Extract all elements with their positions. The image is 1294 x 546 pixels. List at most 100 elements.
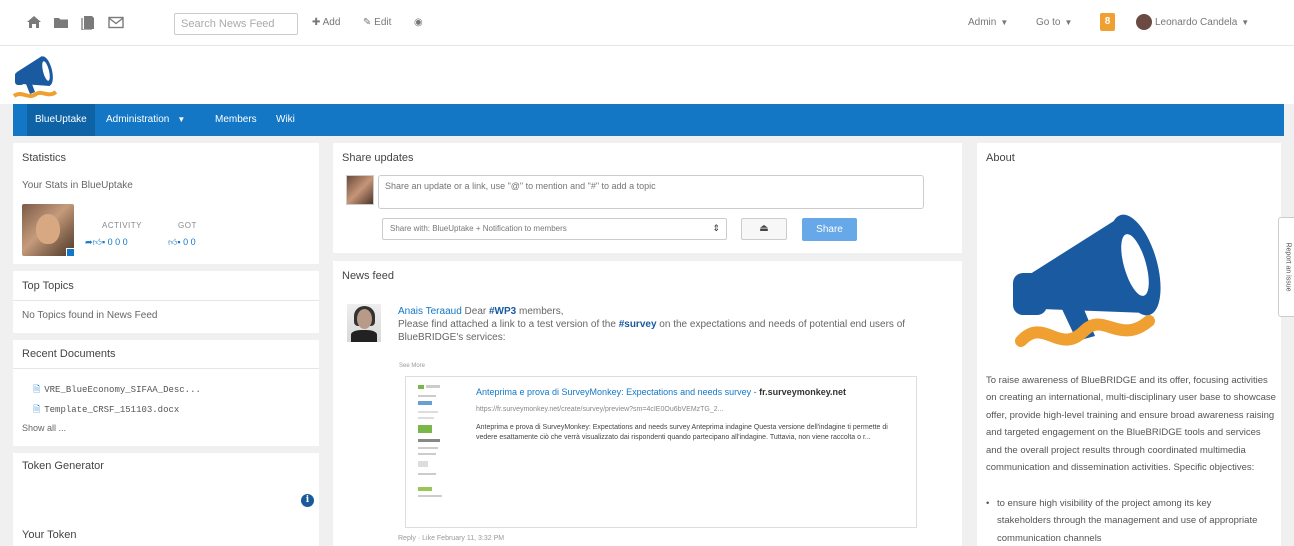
add-label: Add bbox=[322, 17, 341, 28]
caret-down-icon: ▼ bbox=[1241, 18, 1250, 27]
about-title: About bbox=[986, 152, 1015, 164]
edit-icon: ✎ bbox=[363, 17, 375, 28]
share-visibility-select[interactable]: Share with: BlueUptake + Notification to… bbox=[382, 218, 727, 240]
preview-domain: fr.surveymonkey.net bbox=[759, 387, 847, 397]
comment-icon: ▪ bbox=[101, 237, 106, 247]
hashtag-link[interactable]: #WP3 bbox=[489, 306, 516, 317]
info-icon[interactable]: i bbox=[301, 494, 314, 507]
your-token-label: Your Token bbox=[22, 529, 77, 541]
top-bar: ✚ Add ✎ Edit ◉ Admin▼ Go to▼ 8 Leonardo … bbox=[0, 0, 1294, 46]
about-objective-text: to ensure high visibility of the project… bbox=[997, 498, 1258, 544]
top-topics-panel: Top Topics No Topics found in News Feed bbox=[13, 271, 319, 333]
news-feed-title: News feed bbox=[342, 270, 394, 282]
post-text: Dear bbox=[464, 306, 487, 317]
logo-area bbox=[0, 46, 1294, 104]
post-author-avatar[interactable] bbox=[347, 304, 381, 342]
admin-label: Admin bbox=[968, 17, 997, 28]
nav-item-administration-label: Administration bbox=[106, 114, 170, 125]
post-text: members, bbox=[519, 306, 564, 317]
upload-button[interactable]: ⏏ bbox=[741, 218, 787, 240]
preview-title[interactable]: Anteprima e prova di SurveyMonkey: Expec… bbox=[476, 387, 846, 397]
document-link[interactable]: 🗎︎ VRE_BlueEconomy_SIFAA_Desc... bbox=[33, 382, 201, 398]
user-menu[interactable]: Leonardo Candela ▼ bbox=[1155, 17, 1249, 28]
document-name: VRE_BlueEconomy_SIFAA_Desc... bbox=[44, 385, 201, 395]
comment-icon: ▪ bbox=[177, 237, 181, 247]
report-issue-label: Report an issue bbox=[1284, 242, 1291, 292]
about-objective-item: • to ensure high visibility of the projec… bbox=[986, 495, 1267, 546]
statistics-subtitle: Your Stats in BlueUptake bbox=[22, 180, 133, 191]
show-all-link[interactable]: Show all ... bbox=[22, 423, 66, 433]
post-text: Please find attached a link to a test ve… bbox=[398, 319, 616, 330]
news-feed-panel: News feed Anais Teraaud Dear #WP3 member… bbox=[333, 261, 962, 546]
main-nav: BlueUptake Administration ▼ Members Wiki bbox=[13, 104, 1284, 136]
activity-counts: 0 0 0 bbox=[107, 237, 128, 247]
got-label: GOT bbox=[178, 221, 197, 230]
like-icon: 👍︎ bbox=[168, 237, 178, 247]
goto-menu[interactable]: Go to ▼ bbox=[1036, 17, 1072, 28]
document-link[interactable]: 🗎︎ Template_CRSF_151103.docx bbox=[33, 402, 179, 418]
search-input[interactable] bbox=[174, 13, 298, 35]
token-generator-title: Token Generator bbox=[22, 460, 104, 472]
profile-photo[interactable] bbox=[22, 204, 75, 257]
document-icon: 🗎︎ bbox=[33, 385, 41, 395]
caret-down-icon: ▼ bbox=[1000, 18, 1009, 27]
eye-icon[interactable]: ◉ bbox=[414, 17, 423, 28]
post-footer[interactable]: Reply · Like February 11, 3:32 PM bbox=[398, 535, 504, 542]
camera-icon bbox=[66, 248, 75, 257]
documents-icon[interactable] bbox=[79, 14, 97, 30]
document-icon: 🗎︎ bbox=[33, 405, 41, 415]
hashtag-link[interactable]: #survey bbox=[619, 319, 657, 330]
edit-button[interactable]: ✎ Edit bbox=[363, 17, 391, 28]
about-description: To raise awareness of BlueBRIDGE and its… bbox=[986, 375, 1276, 474]
home-icon[interactable] bbox=[25, 14, 43, 30]
share-update-input[interactable] bbox=[378, 175, 924, 209]
notifications-badge[interactable]: 8 bbox=[1100, 13, 1115, 31]
link-preview-card[interactable]: Anteprima e prova di SurveyMonkey: Expec… bbox=[405, 376, 917, 528]
nav-item-blueuptake[interactable]: BlueUptake bbox=[27, 104, 95, 136]
top-topics-empty: No Topics found in News Feed bbox=[22, 310, 158, 321]
document-name: Template_CRSF_151103.docx bbox=[44, 405, 180, 415]
megaphone-illustration bbox=[1013, 214, 1161, 347]
user-name: Leonardo Candela bbox=[1155, 17, 1238, 28]
share-updates-panel: Share updates Share with: BlueUptake + N… bbox=[333, 143, 962, 253]
share-icon: ➦ bbox=[85, 237, 93, 247]
nav-item-administration[interactable]: Administration ▼ bbox=[98, 104, 193, 136]
got-counts: 0 0 bbox=[183, 237, 196, 247]
nav-item-members[interactable]: Members bbox=[207, 104, 265, 136]
goto-label: Go to bbox=[1036, 17, 1061, 28]
post-author[interactable]: Anais Teraaud bbox=[398, 306, 462, 317]
about-panel: About To raise awareness of BlueBRIDGE a… bbox=[977, 143, 1281, 546]
recent-documents-panel: Recent Documents 🗎︎ VRE_BlueEconomy_SIFAA… bbox=[13, 340, 319, 446]
plus-icon: ✚ bbox=[312, 17, 323, 28]
recent-documents-title: Recent Documents bbox=[22, 348, 116, 360]
post-body: Anais Teraaud Dear #WP3 members, Please … bbox=[398, 305, 918, 344]
edit-label: Edit bbox=[374, 17, 392, 28]
admin-menu[interactable]: Admin ▼ bbox=[968, 17, 1008, 28]
preview-url[interactable]: https://fr.surveymonkey.net/create/surve… bbox=[476, 406, 724, 413]
share-visibility-value: Share with: BlueUptake + Notification to… bbox=[390, 224, 567, 233]
preview-thumbnail bbox=[418, 385, 442, 497]
share-button[interactable]: Share bbox=[802, 218, 857, 241]
preview-title-text: Anteprima e prova di SurveyMonkey: Expec… bbox=[476, 387, 757, 397]
user-avatar bbox=[346, 175, 374, 205]
top-topics-title: Top Topics bbox=[22, 280, 74, 292]
activity-values: ➦👍︎▪ 0 0 0 bbox=[85, 237, 128, 248]
user-avatar[interactable] bbox=[1136, 14, 1152, 30]
share-updates-title: Share updates bbox=[342, 152, 414, 164]
select-arrows-icon: ⇕ bbox=[712, 223, 720, 233]
caret-down-icon: ▼ bbox=[1064, 18, 1073, 27]
megaphone-logo[interactable] bbox=[12, 50, 58, 102]
add-button[interactable]: ✚ Add bbox=[312, 17, 340, 28]
see-more-link[interactable]: See More bbox=[399, 363, 425, 369]
statistics-title: Statistics bbox=[22, 152, 67, 164]
caret-down-icon: ▼ bbox=[177, 115, 186, 124]
report-issue-tab[interactable]: Report an issue bbox=[1278, 217, 1294, 317]
nav-item-wiki[interactable]: Wiki bbox=[268, 104, 303, 136]
token-generator-panel: Token Generator i Your Token bbox=[13, 453, 319, 546]
like-icon: 👍︎ bbox=[92, 237, 102, 247]
bullet-icon: • bbox=[986, 498, 990, 509]
folder-icon[interactable] bbox=[52, 14, 70, 30]
preview-description: Anteprima e prova di SurveyMonkey: Expec… bbox=[476, 424, 888, 441]
statistics-panel: Statistics Your Stats in BlueUptake ACTI… bbox=[13, 143, 319, 264]
mail-icon[interactable] bbox=[107, 14, 125, 30]
